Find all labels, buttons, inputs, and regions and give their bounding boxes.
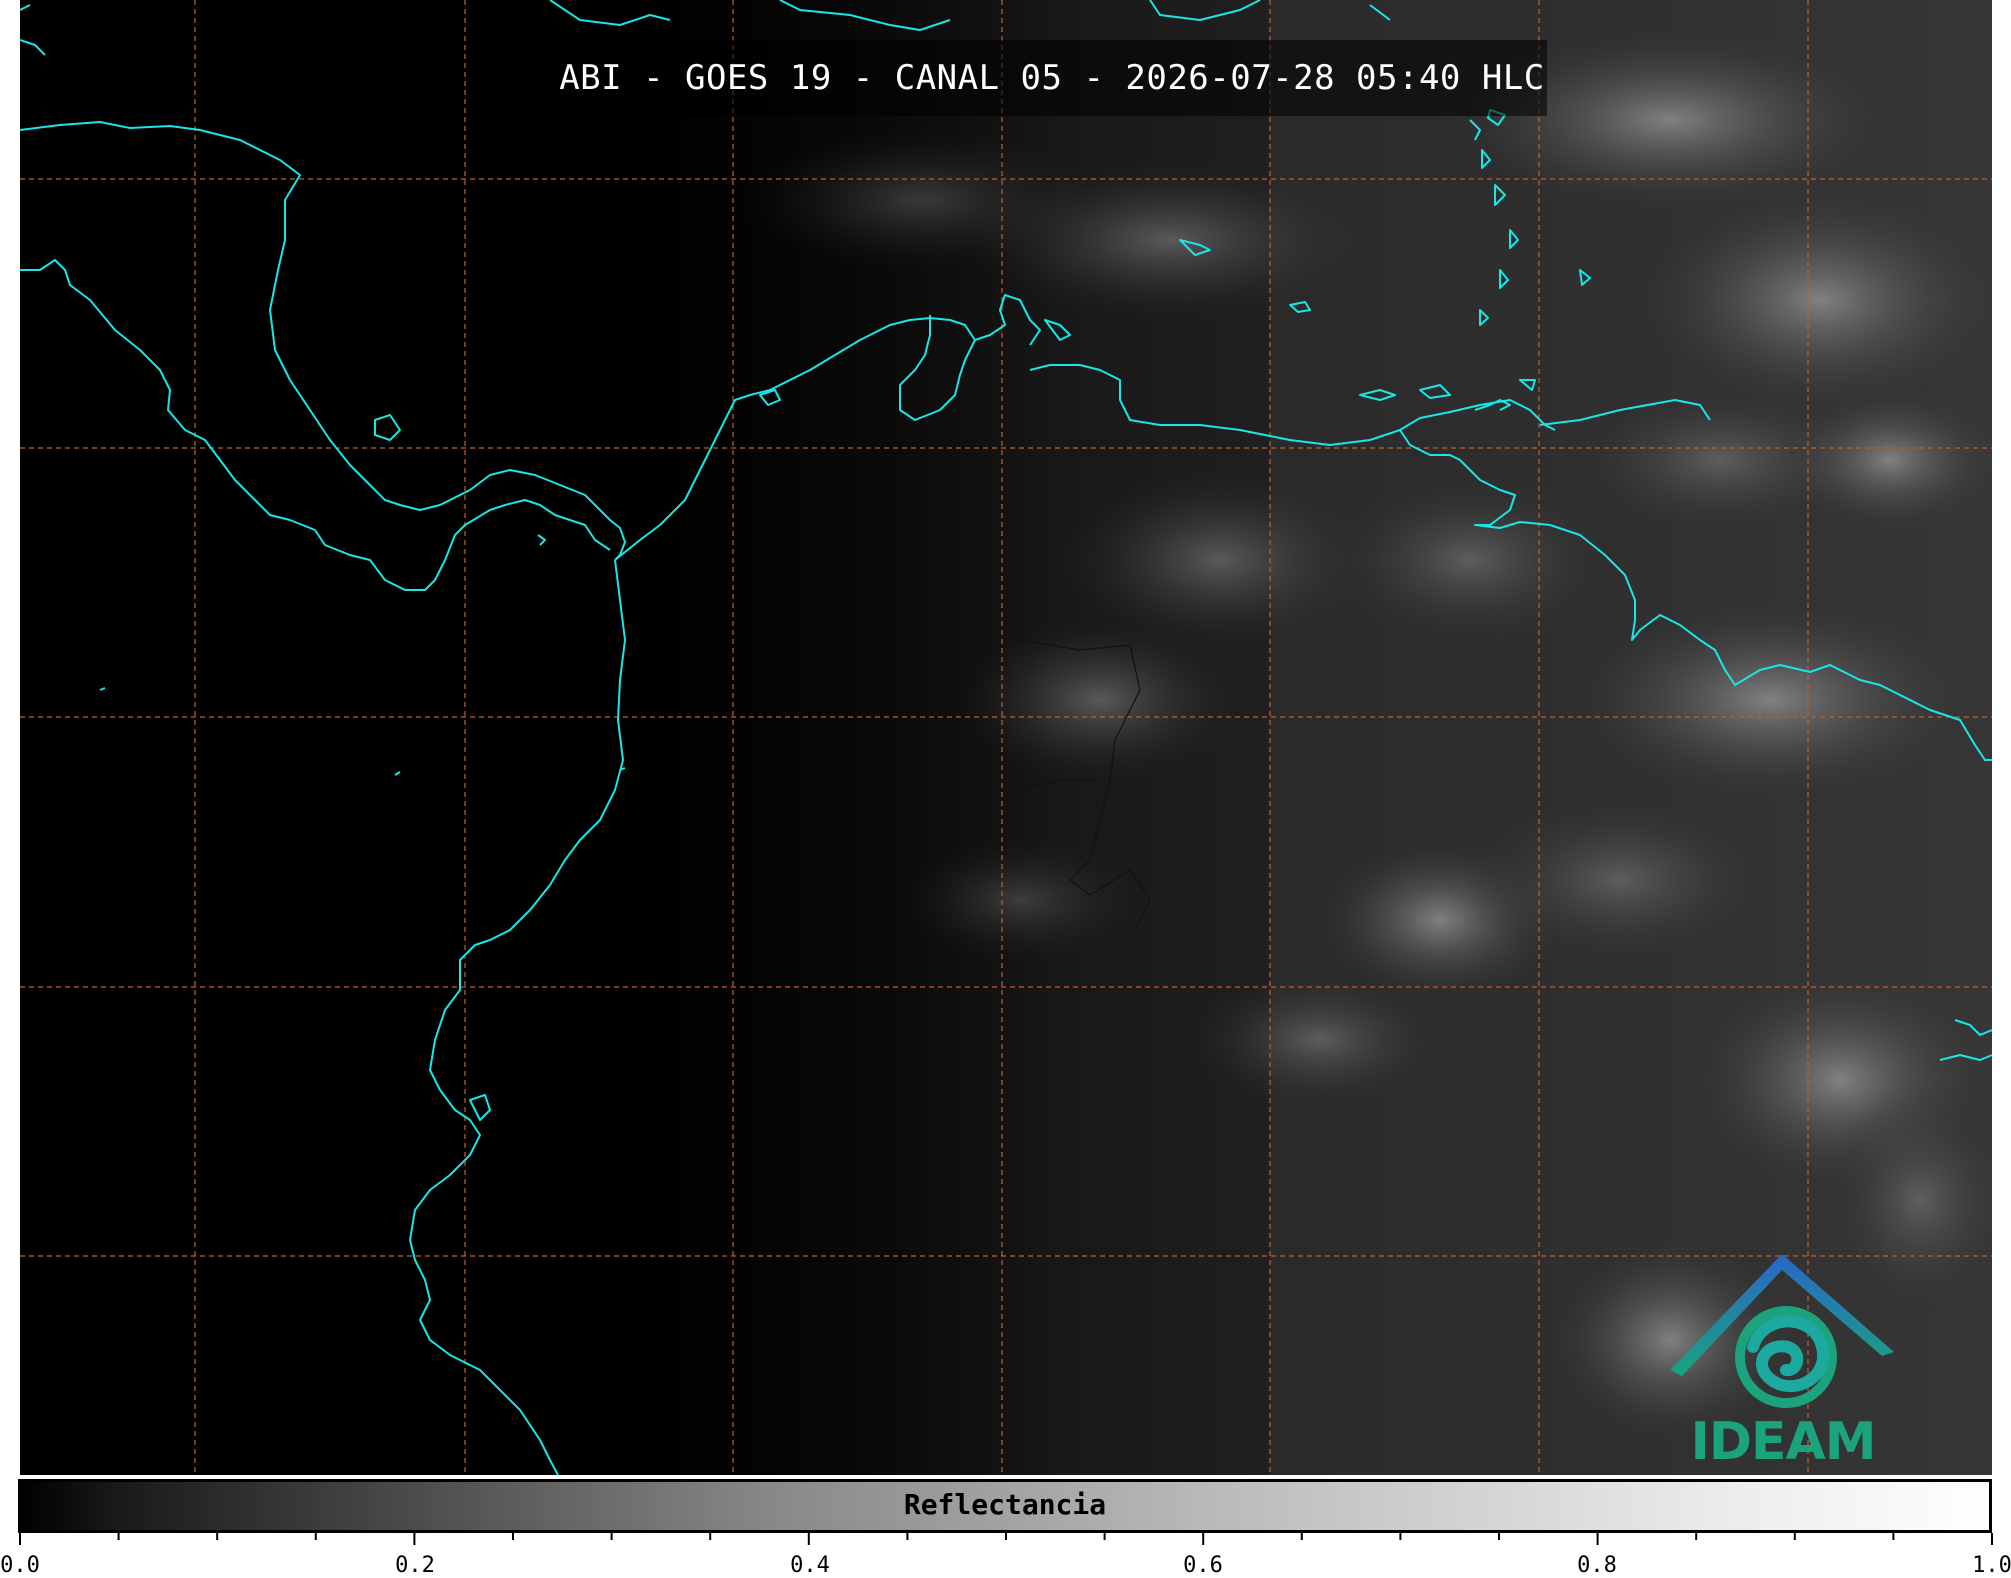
colorbar-label: Reflectancia xyxy=(903,1488,1107,1521)
tick-label: 0.8 xyxy=(1577,1553,1617,1578)
map-title: ABI - GOES 19 - CANAL 05 - 2026-07-28 05… xyxy=(559,58,1545,98)
colorbar-ticks xyxy=(19,1533,1993,1545)
tick-label: 1.0 xyxy=(1972,1553,2011,1578)
colorbar: Reflectancia xyxy=(18,1479,1992,1533)
tick-label: 0.2 xyxy=(395,1553,435,1578)
satellite-map: ABI - GOES 19 - CANAL 05 - 2026-07-28 05… xyxy=(20,0,1992,1475)
logo-text: IDEAM xyxy=(1690,1412,1876,1472)
ideam-logo-icon xyxy=(1670,1254,1894,1408)
tick-label: 0.6 xyxy=(1183,1553,1223,1578)
ideam-logo: IDEAM xyxy=(1668,1252,1898,1472)
tick-label: 0.0 xyxy=(0,1553,40,1578)
title-banner: ABI - GOES 19 - CANAL 05 - 2026-07-28 05… xyxy=(557,40,1547,116)
tick-label: 0.4 xyxy=(790,1553,830,1578)
